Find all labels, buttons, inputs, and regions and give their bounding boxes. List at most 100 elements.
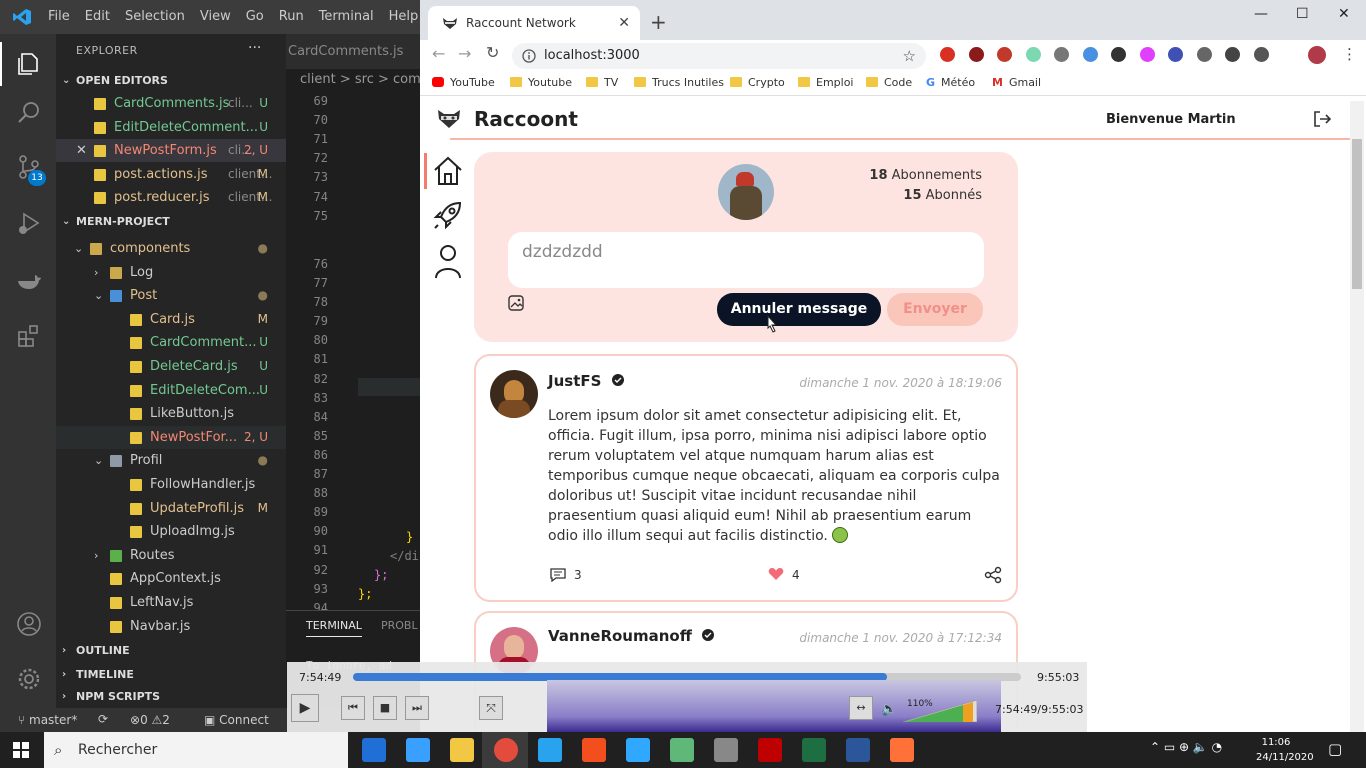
post-author[interactable]: JustFS — [548, 372, 624, 390]
bookmark-trucs-inutiles[interactable]: Trucs Inutiles — [634, 76, 724, 89]
file-item[interactable]: LikeButton.js — [56, 402, 286, 425]
branch-indicator[interactable]: ⑂ master* — [18, 713, 77, 727]
more-actions-icon[interactable]: ··· — [248, 40, 261, 56]
docker-icon[interactable] — [16, 268, 42, 294]
vscode-icon[interactable] — [538, 738, 562, 762]
send-button[interactable]: Envoyer — [887, 293, 983, 326]
sync-icon[interactable]: ⟳ — [98, 712, 108, 726]
file-item[interactable]: Navbar.js — [56, 615, 286, 638]
terminal-app-icon[interactable] — [670, 738, 694, 762]
bookmark-crypto[interactable]: Crypto — [730, 76, 785, 89]
open-editor-item[interactable]: EditDeleteComment... U — [56, 116, 286, 139]
open-editor-item[interactable]: post.reducer.js client... M — [56, 186, 286, 209]
menu-edit[interactable]: Edit — [85, 9, 110, 24]
tray-icons[interactable]: ⌃ ▭ ⊕ 🔈 ◔ — [1150, 740, 1222, 754]
windows-start-icon[interactable] — [13, 742, 29, 758]
app-brand[interactable]: Raccoont — [474, 107, 578, 131]
connect-indicator[interactable]: ▣ Connect — [204, 713, 269, 727]
menu-view[interactable]: View — [200, 9, 231, 24]
back-icon[interactable]: ← — [432, 44, 445, 63]
browser-app-icon[interactable] — [406, 738, 430, 762]
info-icon[interactable] — [522, 49, 536, 63]
folder-item[interactable]: ⌄ Post ● — [56, 284, 286, 307]
bookmark-gmail[interactable]: M Gmail — [992, 76, 1041, 89]
vue-devtools-icon[interactable] — [1054, 47, 1069, 62]
menu-help[interactable]: Help — [389, 9, 419, 24]
bookmark-meteo[interactable]: G Météo — [926, 76, 975, 89]
notifications-icon[interactable]: ▢ — [1328, 740, 1342, 758]
next-icon[interactable]: ⏭ — [405, 696, 429, 720]
menu-terminal[interactable]: Terminal — [319, 9, 374, 24]
menu-selection[interactable]: Selection — [125, 9, 185, 24]
profile-avatar[interactable] — [1308, 46, 1326, 64]
rocket-icon[interactable] — [432, 199, 464, 231]
bookmark-star-icon[interactable]: ☆ — [903, 43, 916, 69]
close-tab-icon[interactable]: ✕ — [618, 6, 630, 40]
chrome-icon[interactable] — [494, 738, 518, 762]
color-picker-icon[interactable] — [1139, 47, 1155, 62]
pocket-icon[interactable] — [997, 47, 1012, 62]
following-count[interactable]: 18 Abonnements — [869, 166, 982, 186]
maximize-icon[interactable]: ☐ — [1296, 6, 1309, 22]
page-scrollbar[interactable] — [1350, 101, 1364, 732]
file-item[interactable]: EditDeleteCom... U — [56, 379, 286, 402]
comment-icon[interactable] — [550, 568, 566, 582]
volume-icon[interactable]: 🔈 — [881, 702, 897, 717]
browser-menu-icon[interactable]: ⋮ — [1342, 45, 1357, 63]
bookmark-youtube[interactable]: YouTube — [432, 76, 495, 89]
excel-icon[interactable] — [802, 738, 826, 762]
file-item[interactable]: FollowHandler.js — [56, 473, 286, 496]
volume-slider[interactable] — [903, 700, 977, 722]
share-icon[interactable] — [984, 566, 1002, 584]
adblock-icon[interactable] — [940, 47, 955, 62]
profile-icon[interactable] — [434, 244, 462, 280]
outline-header[interactable]: › OUTLINE — [56, 640, 286, 662]
file-item[interactable]: UpdateProfil.js M — [56, 497, 286, 520]
aspect-ratio-icon[interactable]: ↔ — [849, 696, 873, 720]
folder-item[interactable]: ⌄ components ● — [56, 237, 286, 260]
folder-item[interactable]: ⌄ Profil ● — [56, 449, 286, 472]
file-item[interactable]: NewPostFor... 2, U — [56, 425, 286, 449]
file-item[interactable]: LeftNav.js — [56, 591, 286, 614]
open-editor-item[interactable]: post.actions.js client... M — [56, 163, 286, 186]
edge-update-icon[interactable] — [362, 738, 386, 762]
fullscreen-icon[interactable]: ⤧ — [479, 696, 503, 720]
scrollbar-thumb[interactable] — [1352, 139, 1362, 289]
clock[interactable]: 11:06 24/11/2020 — [1256, 735, 1314, 765]
message-textarea[interactable]: dzdzdzdd — [508, 232, 984, 288]
photoshop-icon[interactable] — [626, 738, 650, 762]
bookmark-youtube-folder[interactable]: Youtube — [510, 76, 572, 89]
file-item[interactable]: Card.js M — [56, 308, 286, 331]
npm-scripts-header[interactable]: › NPM SCRIPTS — [56, 686, 286, 708]
filezilla-icon[interactable] — [758, 738, 782, 762]
file-explorer-icon[interactable] — [450, 738, 474, 762]
play-icon[interactable]: ▶ — [291, 694, 319, 722]
recycle-icon[interactable] — [1196, 47, 1212, 62]
editor-tab[interactable]: CardComments.js — [286, 34, 420, 69]
folder-item[interactable]: › Routes — [56, 544, 286, 567]
file-item[interactable]: CardComment... U — [56, 331, 286, 354]
heart-icon[interactable] — [768, 567, 784, 581]
taskbar-search[interactable]: ⌕ Rechercher — [44, 732, 348, 768]
puzzle-extensions-icon[interactable] — [1253, 47, 1269, 62]
search-icon[interactable] — [16, 100, 42, 126]
file-item[interactable]: AppContext.js — [56, 567, 286, 590]
open-editor-item[interactable]: ✕ NewPostForm.js cli... 2, U — [56, 139, 286, 162]
post-author[interactable]: VanneRoumanoff — [548, 627, 715, 645]
ci-extension-icon[interactable] — [1225, 47, 1240, 62]
settings-gear-icon[interactable] — [16, 666, 42, 692]
project-header[interactable]: ⌄ MERN-PROJECT — [56, 211, 286, 233]
new-tab-icon[interactable]: + — [650, 10, 667, 34]
hexagon-extension-icon[interactable] — [1168, 47, 1183, 62]
image-upload-icon[interactable] — [508, 295, 524, 311]
menu-run[interactable]: Run — [279, 9, 304, 24]
stop-icon[interactable]: ■ — [373, 696, 397, 720]
font-icon[interactable] — [1111, 47, 1126, 62]
menu-file[interactable]: File — [48, 9, 70, 24]
bookmark-emploi[interactable]: Emploi — [798, 76, 854, 89]
file-item[interactable]: DeleteCard.js U — [56, 355, 286, 378]
file-item[interactable]: UploadImg.js — [56, 520, 286, 543]
obs-icon[interactable] — [714, 738, 738, 762]
timeline-header[interactable]: › TIMELINE — [56, 664, 286, 686]
tab-problems[interactable]: PROBL — [381, 619, 418, 632]
